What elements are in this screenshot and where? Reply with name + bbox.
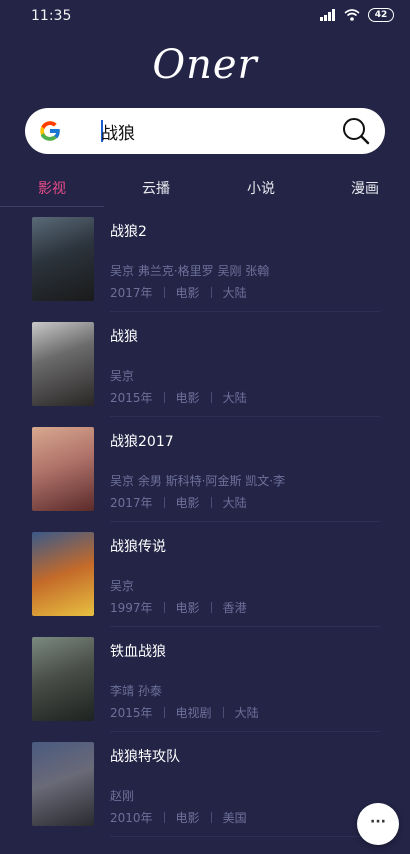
- tab-comics[interactable]: 漫画: [351, 178, 379, 198]
- item-type: 电影: [175, 496, 200, 510]
- poster-image: [32, 322, 94, 406]
- tab-cloud-play[interactable]: 云播: [142, 178, 170, 198]
- list-item[interactable]: 铁血战狼 李靖 孙泰 2015年 电视剧 大陆: [0, 627, 410, 732]
- item-type: 电影: [175, 811, 200, 825]
- more-button[interactable]: ···: [357, 803, 399, 845]
- item-title: 战狼传说: [110, 539, 166, 555]
- app-logo: Oner: [152, 42, 258, 88]
- item-year: 2010年: [110, 811, 153, 825]
- item-meta: 2010年 电影 美国: [110, 809, 247, 826]
- item-year: 1997年: [110, 601, 153, 615]
- item-title: 战狼特攻队: [110, 749, 180, 765]
- status-icons: 42: [320, 8, 394, 22]
- item-meta: 2015年 电视剧 大陆: [110, 704, 259, 721]
- poster-image: [32, 637, 94, 721]
- list-item[interactable]: 战狼传说 吴京 1997年 电影 香港: [0, 522, 410, 627]
- item-title: 战狼2: [110, 224, 147, 240]
- search-icon[interactable]: [341, 116, 371, 146]
- list-item[interactable]: 战狼2 吴京 弗兰克·格里罗 吴刚 张翰 2017年 电影 大陆: [0, 207, 410, 312]
- item-year: 2017年: [110, 496, 153, 510]
- divider: [110, 836, 380, 837]
- item-region: 大陆: [222, 496, 247, 510]
- item-region: 大陆: [234, 706, 259, 720]
- item-type: 电视剧: [175, 706, 212, 720]
- item-cast: 李靖 孙泰: [110, 684, 162, 698]
- item-meta: 2017年 电影 大陆: [110, 494, 247, 511]
- item-cast: 吴京: [110, 369, 135, 383]
- signal-icon: [320, 9, 335, 21]
- item-year: 2015年: [110, 706, 153, 720]
- item-meta: 2017年 电影 大陆: [110, 284, 247, 301]
- item-region: 香港: [222, 601, 247, 615]
- item-cast: 吴京 余男 斯科特·阿金斯 凯文·李: [110, 474, 286, 488]
- search-bar[interactable]: [25, 108, 385, 154]
- item-region: 大陆: [222, 286, 247, 300]
- poster-image: [32, 532, 94, 616]
- item-year: 2015年: [110, 391, 153, 405]
- wifi-icon: [344, 9, 360, 21]
- tab-novels[interactable]: 小说: [247, 178, 275, 198]
- poster-image: [32, 427, 94, 511]
- poster-image: [32, 217, 94, 301]
- item-type: 电影: [175, 601, 200, 615]
- item-region: 美国: [222, 811, 247, 825]
- google-icon: [40, 121, 61, 141]
- list-item[interactable]: 战狼特攻队 赵刚 2010年 电影 美国: [0, 732, 410, 837]
- status-bar: 11:35 42: [0, 0, 410, 34]
- item-title: 战狼: [110, 329, 138, 345]
- item-cast: 赵刚: [110, 789, 135, 803]
- item-type: 电影: [175, 286, 200, 300]
- poster-image: [32, 742, 94, 826]
- item-cast: 吴京: [110, 579, 135, 593]
- list-item[interactable]: 战狼 吴京 2015年 电影 大陆: [0, 312, 410, 417]
- item-year: 2017年: [110, 286, 153, 300]
- search-input[interactable]: [101, 118, 351, 144]
- category-tabs: 影视 云播 小说 漫画: [0, 170, 410, 206]
- item-region: 大陆: [222, 391, 247, 405]
- item-title: 铁血战狼: [110, 644, 166, 660]
- item-cast: 吴京 弗兰克·格里罗 吴刚 张翰: [110, 264, 270, 278]
- list-item[interactable]: 战狼2017 吴京 余男 斯科特·阿金斯 凯文·李 2017年 电影 大陆: [0, 417, 410, 522]
- battery-icon: 42: [368, 8, 394, 22]
- status-time: 11:35: [31, 8, 72, 24]
- tab-movies[interactable]: 影视: [38, 178, 66, 198]
- item-type: 电影: [175, 391, 200, 405]
- item-meta: 2015年 电影 大陆: [110, 389, 247, 406]
- item-title: 战狼2017: [110, 434, 174, 450]
- item-meta: 1997年 电影 香港: [110, 599, 247, 616]
